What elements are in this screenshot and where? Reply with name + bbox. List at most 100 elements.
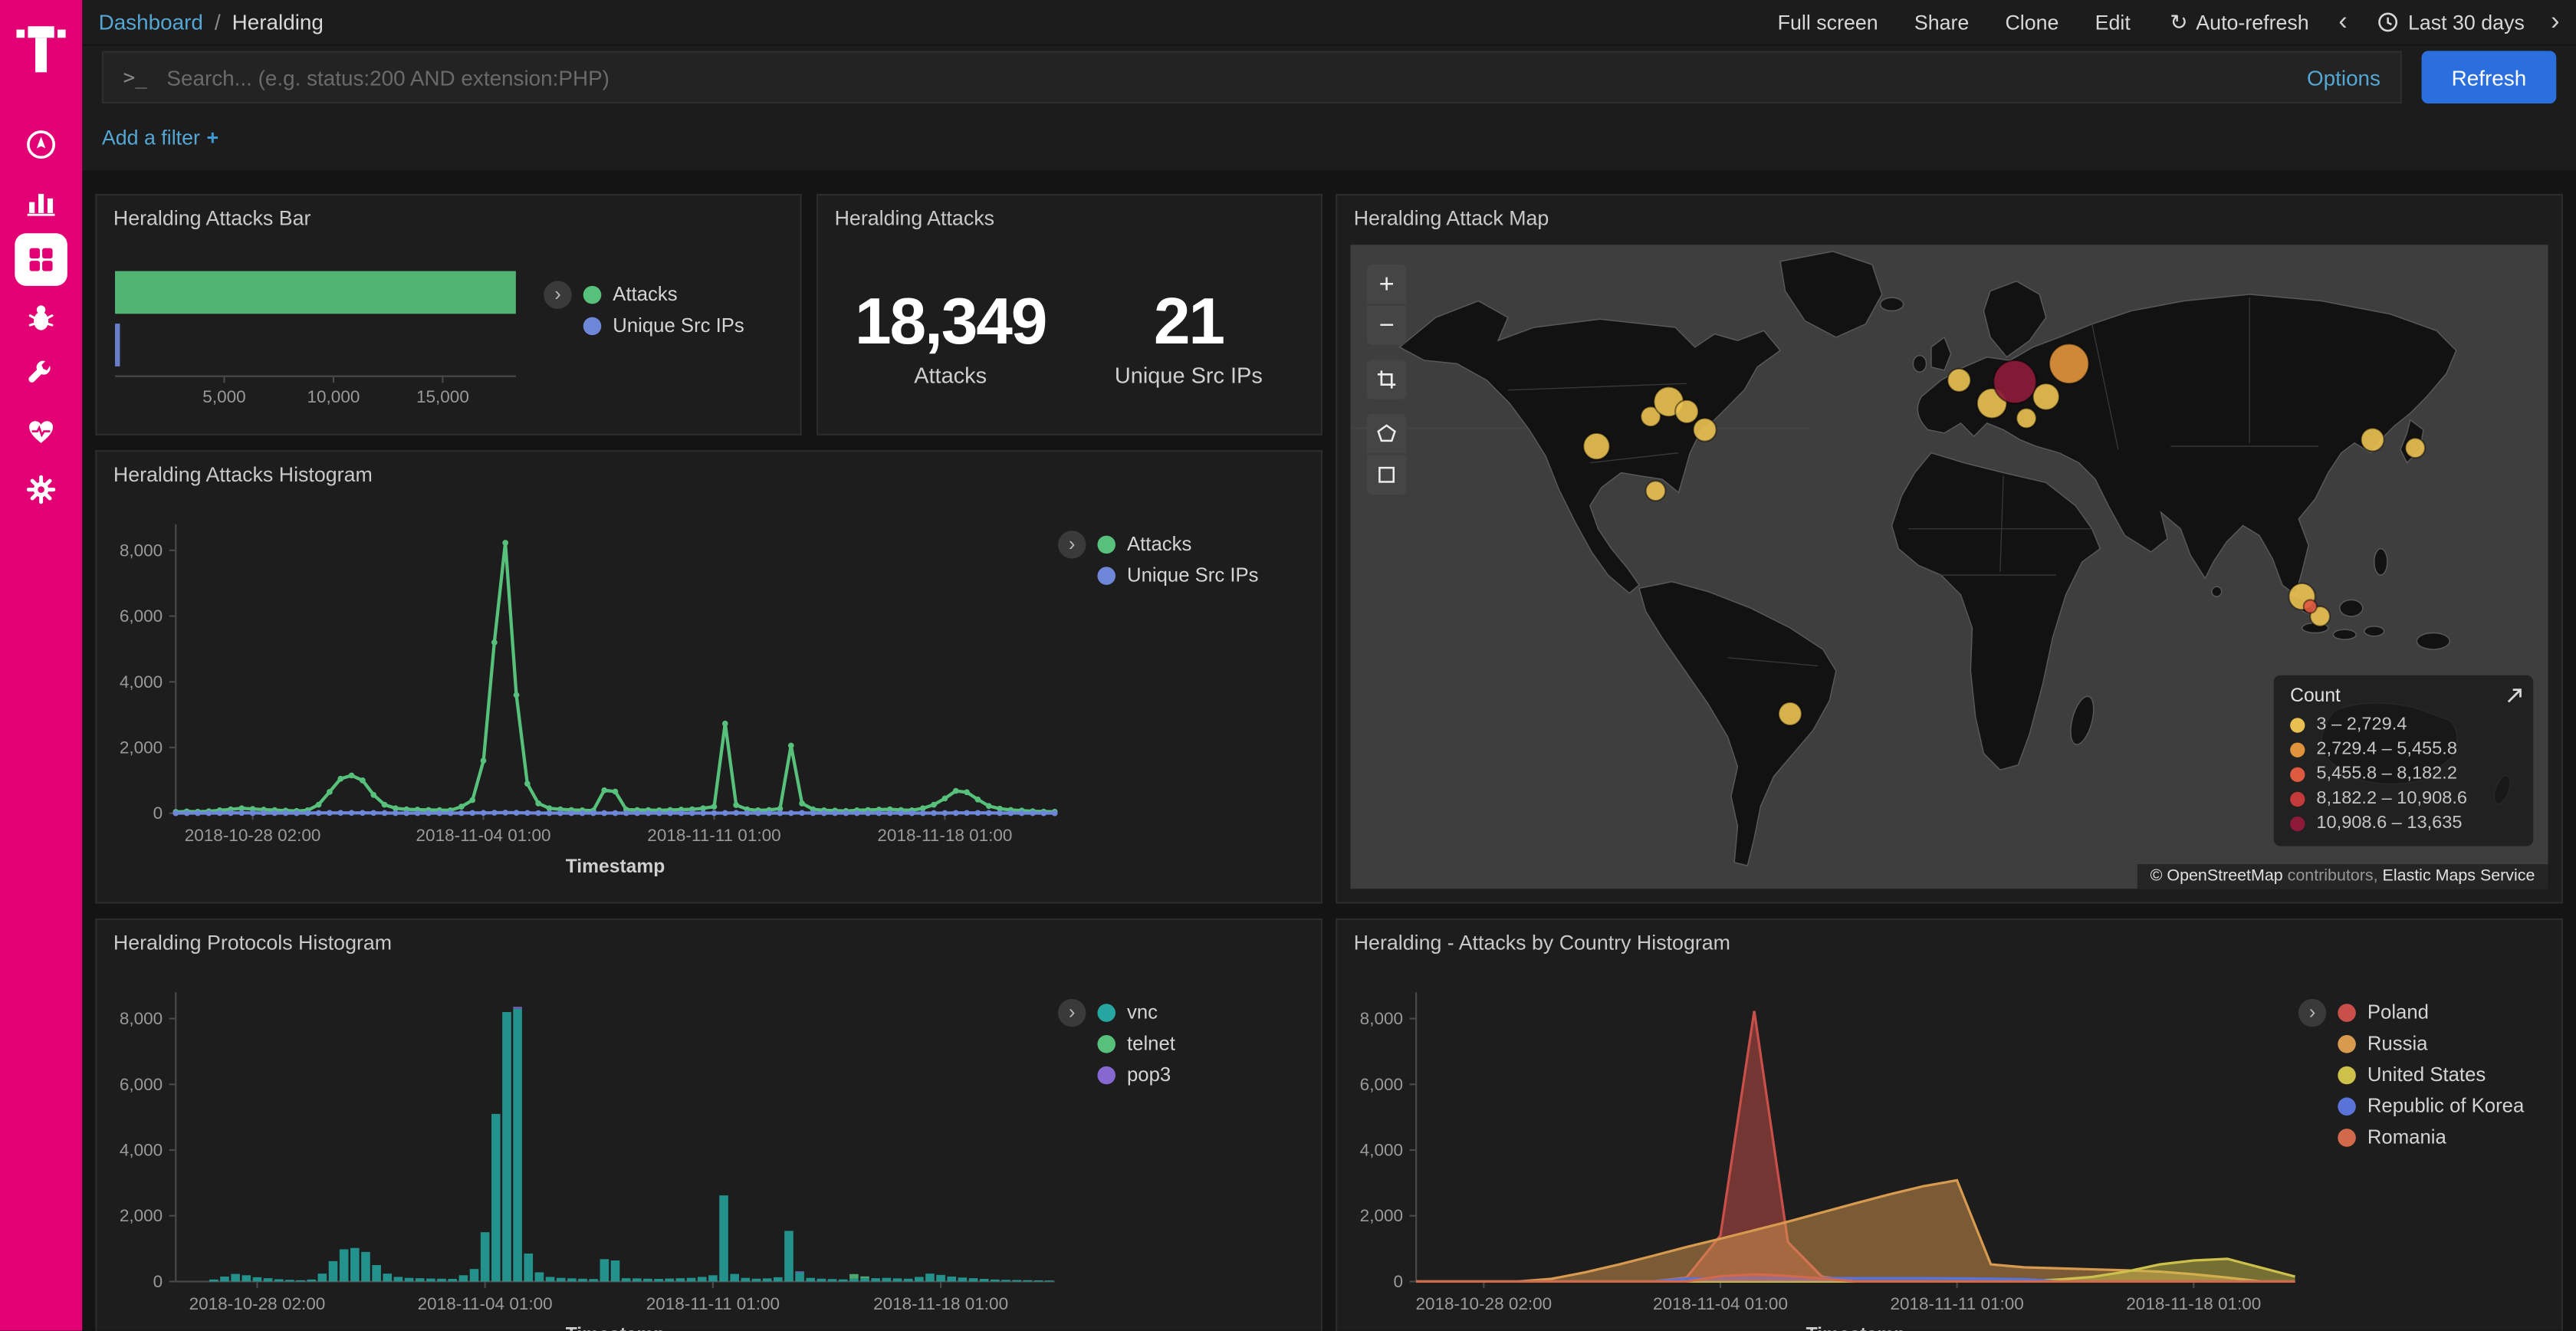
query-bar: >_ Options Refresh (82, 46, 2576, 108)
svg-text:2018-11-04 01:00: 2018-11-04 01:00 (418, 1294, 553, 1313)
auto-refresh-button[interactable]: ↻ Auto-refresh (2170, 9, 2308, 35)
sidebar-item-health[interactable] (12, 403, 71, 460)
map-legend-label: 10,908.6 – 13,635 (2316, 813, 2462, 833)
attack-marker[interactable] (1779, 702, 1802, 725)
legend-item[interactable]: Unique Src IPs (1097, 564, 1258, 587)
legend-label: Russia (2367, 1032, 2428, 1055)
attack-marker[interactable] (2304, 600, 2317, 613)
sidebar-item-dashboard[interactable] (12, 230, 71, 288)
attack-marker[interactable] (2033, 383, 2059, 409)
chart-legend: › Attacks Unique Src IPs (1058, 531, 1259, 587)
map-legend-label: 5,455.8 – 8,182.2 (2316, 764, 2457, 784)
menu-item-edit[interactable]: Edit (2095, 11, 2131, 34)
sidebar-item-visualize[interactable] (12, 173, 71, 230)
time-back-button[interactable]: ‹ (2338, 9, 2347, 35)
legend-dot (2338, 1003, 2356, 1021)
legend-toggle-icon[interactable]: › (1058, 531, 1086, 558)
sidebar-item-bugs[interactable] (12, 288, 71, 345)
legend-toggle-icon[interactable]: › (2298, 999, 2326, 1027)
legend-item[interactable]: Attacks (1097, 532, 1258, 555)
map-legend-item: 10,908.6 – 13,635 (2290, 813, 2487, 833)
query-options-link[interactable]: Options (2307, 65, 2380, 90)
zoom-in-button[interactable]: + (1367, 265, 1406, 304)
legend-item[interactable]: Republic of Korea (2338, 1094, 2524, 1117)
map-legend-item: 8,182.2 – 10,908.6 (2290, 789, 2487, 809)
attack-marker[interactable] (2016, 409, 2036, 429)
top-navigation-bar: Dashboard/Heralding Full screenShareClon… (82, 0, 2576, 46)
legend-items: Poland Russia United States Republic of Kor… (2338, 999, 2524, 1149)
menu-item-clone[interactable]: Clone (2005, 11, 2058, 34)
legend-items: vnc telnet pop3 (1097, 999, 1175, 1086)
attack-marker[interactable] (1583, 433, 1609, 459)
time-picker-button[interactable]: Last 30 days (2377, 11, 2525, 34)
attack-marker[interactable] (1993, 360, 2036, 403)
legend-item[interactable]: Russia (2338, 1032, 2524, 1055)
zoom-out-button[interactable]: − (1367, 306, 1406, 345)
svg-text:8,000: 8,000 (120, 1009, 163, 1028)
telekom-logo[interactable] (16, 13, 65, 85)
rectangle-icon (1375, 463, 1398, 486)
attacks-bar-svg: 5,00010,00015,000 (113, 261, 560, 432)
legend-item[interactable]: Unique Src IPs (583, 314, 744, 337)
add-filter-link[interactable]: Add a filter+ (102, 127, 219, 150)
legend-item[interactable]: United States (2338, 1063, 2524, 1086)
panel-heralding-attacks-metric: Heralding Attacks 18,349Attacks21Unique … (816, 194, 1322, 435)
attack-marker[interactable] (2361, 428, 2384, 451)
legend-toggle-icon[interactable]: › (544, 281, 571, 308)
attack-marker[interactable] (1947, 369, 1970, 392)
attack-marker[interactable] (2405, 438, 2425, 458)
legend-item[interactable]: Romania (2338, 1126, 2524, 1149)
sidebar (0, 0, 82, 1331)
legend-label: vnc (1127, 1001, 1158, 1024)
svg-text:2018-11-04 01:00: 2018-11-04 01:00 (1653, 1294, 1788, 1313)
attack-marker[interactable] (1694, 418, 1717, 441)
sidebar-item-settings[interactable] (12, 460, 71, 518)
world-map[interactable]: + − Count (1350, 245, 2548, 889)
draw-polygon-button[interactable] (1367, 414, 1406, 453)
svg-text:2018-10-28 02:00: 2018-10-28 02:00 (185, 826, 321, 845)
legend-item[interactable]: vnc (1097, 1001, 1175, 1024)
legend-toggle-icon[interactable]: › (1058, 999, 1086, 1027)
draw-rectangle-button[interactable] (1367, 455, 1406, 495)
console-prompt-icon: >_ (123, 66, 147, 89)
map-legend-dot (2290, 717, 2305, 731)
svg-text:2018-11-11 01:00: 2018-11-11 01:00 (647, 826, 780, 845)
legend-item[interactable]: telnet (1097, 1032, 1175, 1055)
legend-dot (1097, 1066, 1116, 1084)
legend-collapse-icon[interactable] (2505, 687, 2524, 705)
attack-marker[interactable] (1646, 481, 1666, 501)
map-controls: + − (1367, 265, 1406, 495)
time-forward-button[interactable]: › (2551, 9, 2559, 35)
map-legend-dot (2290, 791, 2305, 806)
refresh-cycle-icon: ↻ (2170, 9, 2187, 35)
legend-item[interactable]: Attacks (583, 283, 744, 306)
search-input[interactable] (163, 64, 2290, 91)
sidebar-item-tools[interactable] (12, 345, 71, 403)
attack-marker[interactable] (1675, 400, 1698, 423)
fit-data-bounds-button[interactable] (1367, 360, 1406, 399)
svg-text:0: 0 (1393, 1272, 1403, 1291)
breadcrumb-dashboard-link[interactable]: Dashboard (99, 10, 203, 35)
sidebar-item-discover[interactable] (12, 115, 71, 173)
search-box: >_ Options (102, 51, 2402, 104)
attack-marker[interactable] (2049, 344, 2088, 384)
refresh-button[interactable]: Refresh (2422, 51, 2557, 104)
menu-item-full-screen[interactable]: Full screen (1778, 11, 1878, 34)
map-legend-dot (2290, 816, 2305, 830)
legend-item[interactable]: Poland (2338, 1001, 2524, 1024)
legend-dot (1097, 1003, 1116, 1021)
menu-item-share[interactable]: Share (1914, 11, 1969, 34)
svg-text:2018-11-11 01:00: 2018-11-11 01:00 (646, 1294, 780, 1313)
map-legend-rows: 3 – 2,729.42,729.4 – 5,455.85,455.8 – 8,… (2290, 715, 2487, 833)
legend-item[interactable]: pop3 (1097, 1063, 1175, 1086)
protocols-histogram-svg: 02,0004,0006,0008,0002018-10-28 02:00201… (100, 969, 1065, 1330)
map-count-legend: Count 3 – 2,729.42,729.4 – 5,455.85,455.… (2274, 675, 2534, 846)
svg-text:6,000: 6,000 (120, 606, 163, 626)
panel-heralding-protocols-histogram: Heralding Protocols Histogram 02,0004,00… (95, 919, 1322, 1331)
svg-text:0: 0 (153, 804, 163, 823)
svg-text:6,000: 6,000 (120, 1075, 163, 1094)
legend-dot (1097, 1034, 1116, 1053)
legend-dot (583, 317, 602, 335)
protocols-histogram-chart: 02,0004,0006,0008,0002018-10-28 02:00201… (100, 969, 1065, 1330)
svg-text:Timestamp: Timestamp (566, 1325, 665, 1331)
